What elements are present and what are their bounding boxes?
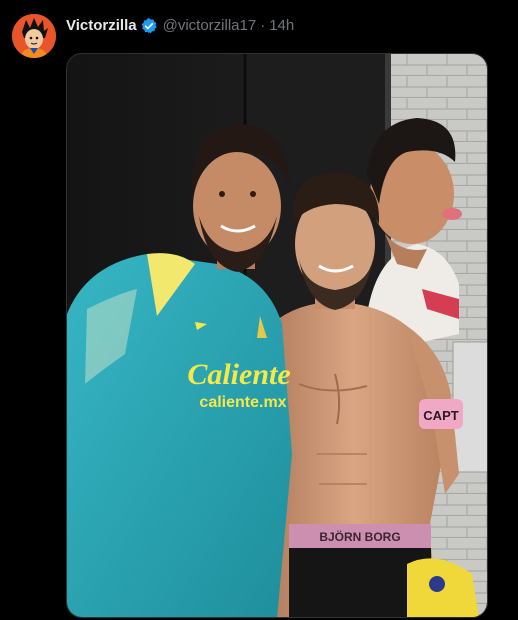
shirt-brand-line1: Caliente: [187, 358, 290, 391]
verified-badge-icon: [140, 17, 158, 35]
tweet[interactable]: Victorzilla @victorzilla17 · 14h CAPT BJ…: [0, 0, 518, 620]
tweet-header: Victorzilla @victorzilla17 · 14h: [66, 15, 294, 37]
armband-text: CAPT: [423, 408, 458, 423]
shirt-brand-line2: caliente.mx: [199, 394, 286, 411]
timestamp[interactable]: 14h: [269, 16, 294, 36]
header-separator: ·: [260, 17, 266, 34]
photo-image: CAPT BJÖRN BORG Caliente caliente.mx: [67, 54, 487, 617]
waistband-text: BJÖRN BORG: [319, 529, 400, 544]
avatar-image: [12, 14, 56, 58]
author-name[interactable]: Victorzilla: [66, 16, 137, 36]
tweet-photo[interactable]: CAPT BJÖRN BORG Caliente caliente.mx: [66, 53, 488, 618]
author-handle[interactable]: @victorzilla17: [163, 16, 257, 36]
avatar[interactable]: [12, 14, 56, 58]
